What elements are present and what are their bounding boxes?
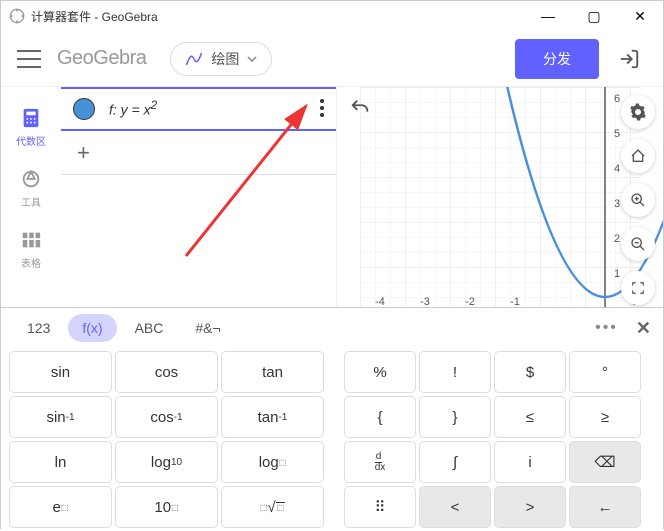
sidebar-tab-label: 代数区 xyxy=(16,133,46,148)
side-tabs: 代数区 工具 表格 xyxy=(1,87,61,307)
key[interactable]: { xyxy=(344,396,416,438)
key[interactable]: 10⬚ xyxy=(115,486,218,528)
fullscreen-icon xyxy=(631,281,645,295)
key[interactable]: i xyxy=(494,441,566,483)
undo-icon xyxy=(349,97,371,119)
key[interactable]: ln xyxy=(9,441,112,483)
key[interactable]: } xyxy=(419,396,491,438)
row-more-icon[interactable] xyxy=(320,99,324,117)
key[interactable]: ddx xyxy=(344,441,416,483)
key[interactable]: ≤ xyxy=(494,396,566,438)
table-icon xyxy=(20,229,42,251)
key[interactable]: ° xyxy=(569,351,641,393)
mode-label: 绘图 xyxy=(211,49,239,69)
key[interactable]: ⌫ xyxy=(569,441,641,483)
home-button[interactable] xyxy=(621,139,655,173)
svg-text:-3: -3 xyxy=(420,296,430,307)
kb-tab-123[interactable]: 123 xyxy=(13,314,64,342)
key[interactable]: ⬚√⬚ xyxy=(221,486,324,528)
key[interactable]: log10 xyxy=(115,441,218,483)
key[interactable]: tan xyxy=(221,351,324,393)
key[interactable]: ! xyxy=(419,351,491,393)
settings-button[interactable] xyxy=(621,95,655,129)
graphing-icon xyxy=(185,50,203,68)
keyboard-grid: sincostan%!$° sin-1cos-1tan-1 {}≤≥ lnlog10l… xyxy=(1,348,663,531)
gear-icon xyxy=(629,103,647,121)
key[interactable]: log⬚ xyxy=(221,441,324,483)
sidebar-tab-algebra[interactable]: 代数区 xyxy=(16,107,46,148)
signin-button[interactable] xyxy=(611,41,647,77)
keyboard-tabs: 123 f(x) ABC #&¬ ••• ✕ xyxy=(1,308,663,348)
kb-tab-abc[interactable]: ABC xyxy=(121,314,178,342)
tools-icon xyxy=(20,168,42,190)
object-color-toggle[interactable] xyxy=(73,98,95,120)
undo-button[interactable] xyxy=(349,97,371,124)
zoom-in-button[interactable] xyxy=(621,183,655,217)
key[interactable]: > xyxy=(494,486,566,528)
key[interactable]: cos xyxy=(115,351,218,393)
key[interactable]: tan-1 xyxy=(221,396,324,438)
app-icon xyxy=(9,8,25,24)
publish-button[interactable]: 分发 xyxy=(515,39,599,79)
key[interactable]: ⠿ xyxy=(344,486,416,528)
logo: GeoGebra xyxy=(57,47,146,70)
calculator-icon xyxy=(20,107,42,129)
signin-icon xyxy=(618,48,640,70)
algebra-view: f: y = x2 + xyxy=(61,87,336,307)
svg-text:1: 1 xyxy=(614,268,620,280)
key[interactable]: sin-1 xyxy=(9,396,112,438)
formula-text: f: y = x2 xyxy=(109,99,157,120)
window-title: 计算器套件 - GeoGebra xyxy=(31,8,158,25)
graph-canvas[interactable]: -4-3-2-11 654321 xyxy=(337,87,663,307)
key[interactable]: ≥ xyxy=(569,396,641,438)
zoom-out-icon xyxy=(630,236,646,252)
svg-text:6: 6 xyxy=(614,93,620,105)
key[interactable]: sin xyxy=(9,351,112,393)
svg-text:5: 5 xyxy=(614,128,620,140)
maximize-button[interactable]: ▢ xyxy=(571,1,617,31)
svg-text:4: 4 xyxy=(614,163,620,175)
key[interactable]: cos-1 xyxy=(115,396,218,438)
keyboard-more-button[interactable]: ••• xyxy=(595,319,618,337)
home-icon xyxy=(630,148,646,164)
main-toolbar: GeoGebra 绘图 分发 xyxy=(1,31,663,87)
sidebar-tab-label: 工具 xyxy=(21,194,41,209)
fullscreen-button[interactable] xyxy=(621,271,655,305)
key[interactable]: ∫ xyxy=(419,441,491,483)
sidebar-tab-table[interactable]: 表格 xyxy=(20,229,42,270)
svg-text:2: 2 xyxy=(614,233,620,245)
svg-text:-1: -1 xyxy=(510,296,520,307)
svg-text:-4: -4 xyxy=(375,296,385,307)
algebra-add-row[interactable]: + xyxy=(61,131,336,175)
key[interactable]: % xyxy=(344,351,416,393)
close-button[interactable]: ✕ xyxy=(617,1,663,31)
virtual-keyboard: 123 f(x) ABC #&¬ ••• ✕ sincostan%!$° sin-… xyxy=(1,307,663,530)
svg-text:-2: -2 xyxy=(465,296,475,307)
key[interactable]: e⬚ xyxy=(9,486,112,528)
window-controls: — ▢ ✕ xyxy=(525,1,663,31)
graph-controls xyxy=(621,95,655,305)
chevron-down-icon xyxy=(247,54,257,64)
minimize-button[interactable]: — xyxy=(525,1,571,31)
algebra-row[interactable]: f: y = x2 xyxy=(61,87,336,131)
key[interactable]: < xyxy=(419,486,491,528)
graph-view[interactable]: -4-3-2-11 654321 xyxy=(336,87,663,307)
zoom-out-button[interactable] xyxy=(621,227,655,261)
title-bar: 计算器套件 - GeoGebra — ▢ ✕ xyxy=(1,1,663,31)
workspace: 代数区 工具 表格 f: y = x2 + -4 xyxy=(1,87,663,307)
keyboard-close-button[interactable]: ✕ xyxy=(636,318,651,339)
kb-tab-symbols[interactable]: #&¬ xyxy=(181,314,234,342)
svg-text:3: 3 xyxy=(614,198,620,210)
zoom-in-icon xyxy=(630,192,646,208)
mode-selector[interactable]: 绘图 xyxy=(170,42,272,76)
key[interactable]: ← xyxy=(569,486,641,528)
sidebar-tab-label: 表格 xyxy=(21,255,41,270)
menu-button[interactable] xyxy=(17,47,41,71)
kb-tab-fx[interactable]: f(x) xyxy=(68,314,116,342)
key[interactable]: $ xyxy=(494,351,566,393)
sidebar-tab-tools[interactable]: 工具 xyxy=(20,168,42,209)
plus-icon: + xyxy=(77,140,90,166)
